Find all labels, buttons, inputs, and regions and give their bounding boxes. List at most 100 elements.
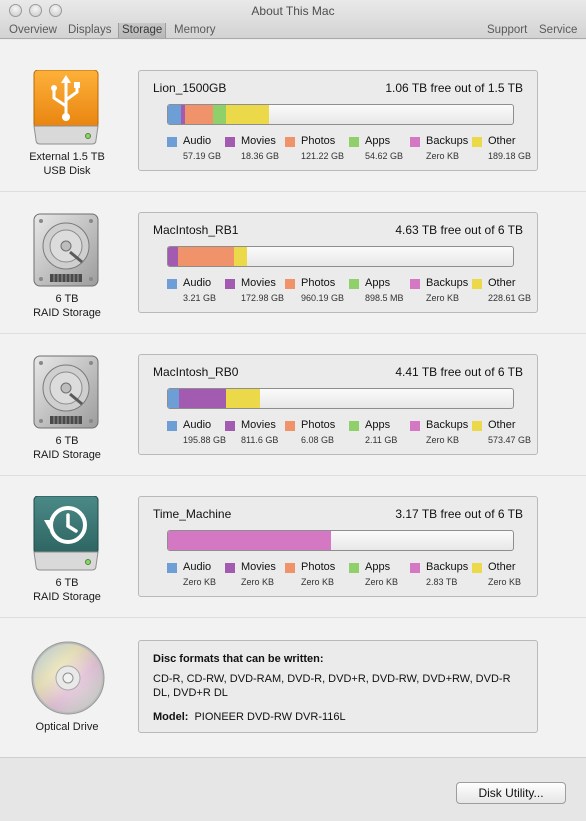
legend-size: 54.62 GB: [365, 151, 404, 161]
legend-label: Backups: [426, 135, 469, 147]
disc-formats-list: CD-R, CD-RW, DVD-RAM, DVD-R, DVD+R, DVD-…: [153, 673, 511, 699]
usage-segment-audio: [168, 105, 182, 124]
legend-swatch: [225, 279, 235, 289]
legend-swatch: [472, 279, 482, 289]
device-label: 6 TB RAID Storage: [0, 292, 134, 320]
legend-swatch: [349, 137, 359, 147]
volume-name: Lion_1500GB: [153, 81, 227, 95]
usage-segment-other: [226, 389, 260, 408]
legend-size: 195.88 GB: [183, 435, 227, 445]
legend-label: Backups: [426, 277, 469, 289]
legend-size: 57.19 GB: [183, 151, 222, 161]
device-capacity: 6 TB: [55, 577, 79, 589]
divider: [0, 333, 586, 334]
legend-label: Movies: [241, 561, 276, 573]
legend-swatch: [349, 279, 359, 289]
legend-label: Apps: [365, 277, 391, 289]
volume-free-space: 4.41 TB free out of 6 TB: [395, 365, 523, 379]
legend-swatch: [225, 421, 235, 431]
legend-label: Movies: [241, 135, 276, 147]
legend-label: Movies: [241, 419, 276, 431]
model-label: Model:: [153, 711, 189, 723]
legend-label: Audio: [183, 419, 212, 431]
usage-segment-apps: [213, 105, 226, 124]
legend-size: Zero KB: [183, 577, 217, 587]
legend-swatch: [472, 563, 482, 573]
usage-segment-audio: [168, 389, 180, 408]
legend-swatch: [285, 421, 295, 431]
legend-size: 18.36 GB: [241, 151, 280, 161]
optical-drive-label: Optical Drive: [35, 721, 99, 733]
tab-overview[interactable]: Overview: [9, 23, 57, 38]
usage-segment-other: [233, 247, 247, 266]
legend-label: Backups: [426, 561, 469, 573]
device-label: 6 TB RAID Storage: [0, 434, 134, 462]
legend-label: Other: [488, 135, 516, 147]
legend-size: 573.47 GB: [488, 435, 532, 445]
volume-panel: MacIntosh_RB0 4.41 TB free out of 6 TB A…: [138, 354, 538, 455]
legend-size: 6.08 GB: [301, 435, 335, 445]
legend-size: 811.6 GB: [241, 435, 279, 445]
legend-size: 3.21 GB: [183, 293, 217, 303]
hard-drive-icon: [30, 212, 102, 288]
tab-service[interactable]: Service: [539, 23, 577, 38]
disk-utility-button[interactable]: Disk Utility...: [456, 782, 566, 804]
device-type: RAID Storage: [33, 307, 101, 319]
legend-label: Apps: [365, 135, 391, 147]
tab-storage[interactable]: Storage: [118, 23, 167, 38]
legend-label: Audio: [183, 135, 212, 147]
usage-bar: [167, 530, 514, 551]
legend-swatch: [225, 137, 235, 147]
tab-support[interactable]: Support: [487, 23, 527, 38]
divider: [0, 475, 586, 476]
legend-swatch: [410, 563, 420, 573]
disc-formats-heading: Disc formats that can be written:: [153, 653, 324, 665]
legend-size: 898.5 MB: [365, 293, 404, 303]
usb-drive-icon: [30, 69, 102, 146]
legend-size: Zero KB: [365, 577, 399, 587]
drive-model: Model: PIONEER DVD-RW DVR-116L: [153, 711, 346, 723]
tab-displays[interactable]: Displays: [68, 23, 111, 38]
legend-size: Zero KB: [301, 577, 335, 587]
legend-size: Zero KB: [426, 293, 460, 303]
model-value: PIONEER DVD-RW DVR-116L: [194, 711, 346, 723]
legend-swatch: [167, 563, 177, 573]
legend-size: 172.98 GB: [241, 293, 285, 303]
legend-label: Photos: [301, 135, 336, 147]
volume-name: Time_Machine: [153, 507, 232, 521]
legend-size: Zero KB: [241, 577, 275, 587]
legend-swatch: [349, 563, 359, 573]
volume-panel: Time_Machine 3.17 TB free out of 6 TB Au…: [138, 496, 538, 597]
legend-label: Photos: [301, 561, 336, 573]
usage-bar: [167, 104, 514, 125]
usage-segment-photos: [178, 247, 234, 266]
legend-swatch: [349, 421, 359, 431]
device-type: USB Disk: [43, 165, 91, 177]
window-title: About This Mac: [251, 4, 335, 18]
legend-label: Backups: [426, 419, 469, 431]
legend-swatch: [225, 563, 235, 573]
usage-bar: [167, 246, 514, 267]
legend-label: Other: [488, 277, 516, 289]
device-label: External 1.5 TB USB Disk: [0, 150, 134, 178]
legend-swatch: [285, 279, 295, 289]
legend-size: 2.83 TB: [426, 577, 458, 587]
usage-segment-backups: [168, 531, 331, 550]
legend-swatch: [472, 421, 482, 431]
device-label: 6 TB RAID Storage: [0, 576, 134, 604]
tab-memory[interactable]: Memory: [174, 23, 216, 38]
legend-label: Apps: [365, 419, 391, 431]
divider: [0, 617, 586, 618]
optical-info-panel: Disc formats that can be written: CD-R, …: [138, 640, 538, 733]
legend-swatch: [167, 279, 177, 289]
legend-swatch: [285, 563, 295, 573]
legend-swatch: [410, 137, 420, 147]
volume-free-space: 3.17 TB free out of 6 TB: [395, 507, 523, 521]
legend-label: Other: [488, 419, 516, 431]
legend-swatch: [410, 279, 420, 289]
device-type: RAID Storage: [33, 449, 101, 461]
legend-label: Audio: [183, 277, 212, 289]
usage-segment-other: [225, 105, 270, 124]
legend-size: 189.18 GB: [488, 151, 532, 161]
usage-bar: [167, 388, 514, 409]
